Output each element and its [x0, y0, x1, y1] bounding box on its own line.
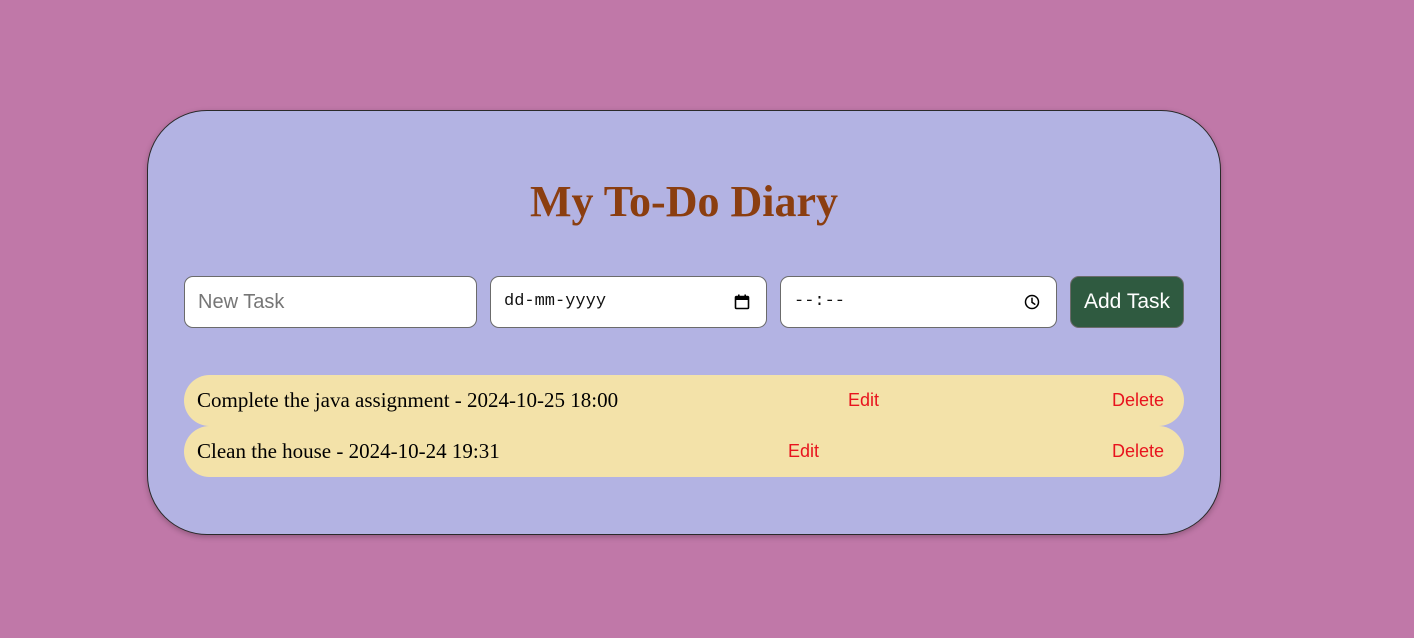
date-value: dd-mm-yyyy [504, 292, 607, 311]
task-item: Complete the java assignment - 2024-10-2… [184, 375, 1184, 426]
page-title: My To-Do Diary [530, 177, 838, 226]
time-field[interactable]: --:-- [780, 276, 1057, 328]
task-item: Clean the house - 2024-10-24 19:31 Edit … [184, 426, 1184, 477]
todo-card: My To-Do Diary dd-mm-yyyy --:-- Add Task… [147, 110, 1221, 535]
add-task-button[interactable]: Add Task [1070, 276, 1184, 328]
time-value: --:-- [794, 292, 846, 311]
task-input[interactable] [185, 277, 476, 327]
task-list: Complete the java assignment - 2024-10-2… [184, 375, 1184, 477]
date-field[interactable]: dd-mm-yyyy [490, 276, 767, 328]
delete-button[interactable]: Delete [1112, 426, 1164, 477]
delete-button[interactable]: Delete [1112, 375, 1164, 426]
clock-icon[interactable] [1024, 294, 1040, 310]
edit-button[interactable]: Edit [788, 426, 819, 477]
task-text: Clean the house - 2024-10-24 19:31 [197, 439, 500, 463]
task-field[interactable] [184, 276, 477, 328]
calendar-icon[interactable] [734, 294, 750, 310]
task-text: Complete the java assignment - 2024-10-2… [197, 388, 619, 412]
edit-button[interactable]: Edit [848, 375, 879, 426]
